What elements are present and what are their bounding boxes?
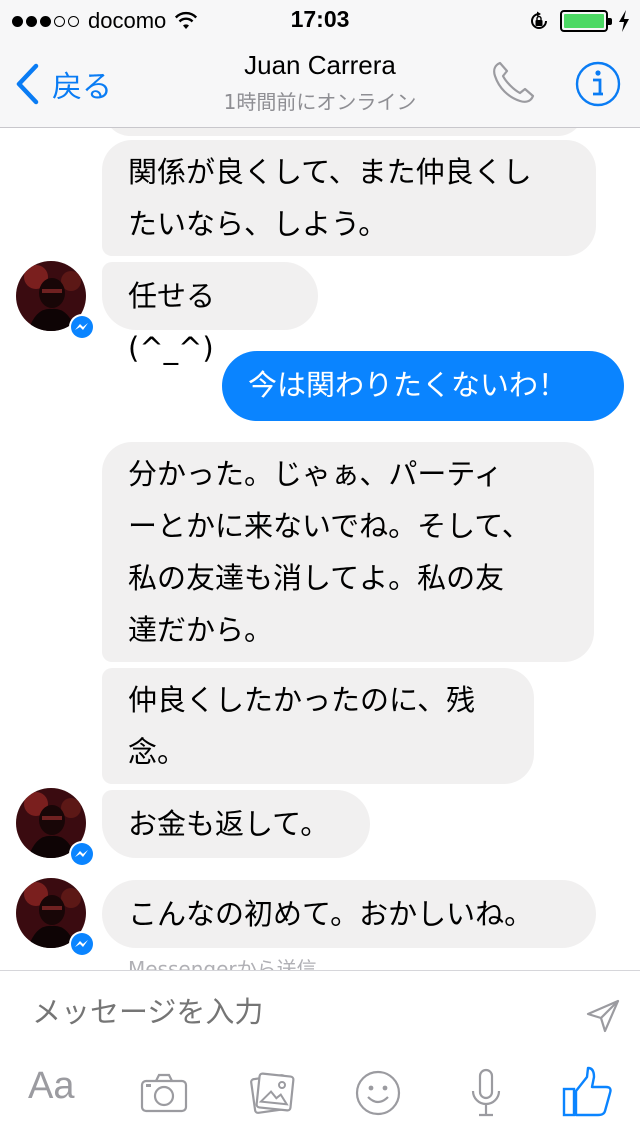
message-composer: Aa (0, 970, 640, 1136)
contact-avatar[interactable] (16, 788, 95, 867)
microphone-icon[interactable] (458, 1065, 514, 1121)
message-bubble-incoming[interactable]: 関係が良くして、また仲良くし たいなら、しよう。 (102, 140, 596, 256)
messenger-badge-icon (69, 314, 95, 340)
sent-from-messenger-note: Messengerから送信 (128, 957, 317, 970)
emoji-icon[interactable] (350, 1065, 406, 1121)
message-line: こんなの初めて。おかしいね。 (128, 897, 534, 931)
text-style-button[interactable]: Aa (28, 1065, 74, 1108)
message-bubble-incoming[interactable]: 仲良くしたかったのに、残 念。 (102, 668, 534, 784)
message-input[interactable] (32, 993, 532, 1033)
message-line: 仲良くしたかったのに、残 (128, 683, 476, 717)
message-line: ーとかに来ないでね。そして、 (128, 509, 531, 543)
battery-level (564, 14, 604, 28)
status-bar: docomo 17:03 (0, 0, 640, 40)
message-bubble-incoming[interactable]: こんなの初めて。おかしいね。 (102, 880, 596, 948)
message-line: 私の友達も消してよ。私の友 (128, 561, 505, 595)
message-line: 分かった。じゃぁ、パーティ (128, 457, 503, 491)
charging-bolt-icon (619, 10, 629, 32)
contact-avatar[interactable] (16, 878, 95, 957)
composer-toolbar: Aa (0, 1065, 640, 1125)
message-line: 今は関わりたくないわ！ (248, 368, 568, 402)
message-line: 念。 (128, 735, 187, 769)
photo-gallery-icon[interactable] (244, 1065, 300, 1121)
message-bubble-incoming[interactable]: 任せる(^_^) (102, 262, 318, 365)
contact-avatar[interactable] (16, 261, 95, 340)
battery-icon (560, 10, 612, 32)
message-line: お金も返して。 (128, 807, 330, 841)
camera-icon[interactable] (136, 1065, 192, 1121)
messenger-badge-icon (69, 931, 95, 957)
contact-name[interactable]: Juan Carrera (0, 50, 640, 81)
message-line: 達だから。 (128, 613, 274, 647)
last-online-status: 1時間前にオンライン (223, 90, 417, 114)
rotation-lock-icon (531, 11, 547, 29)
previous-message-bubble (104, 128, 584, 136)
like-thumbs-up-icon[interactable] (560, 1065, 616, 1121)
message-bubble-incoming[interactable]: 分かった。じゃぁ、パーティ ーとかに来ないでね。そして、 私の友達も消してよ。私… (102, 442, 594, 662)
message-thread[interactable]: 関係が良くして、また仲良くし たいなら、しよう。 任せる(^_^) 今は関わりた… (0, 128, 640, 970)
send-arrow-icon[interactable] (584, 997, 622, 1035)
info-icon[interactable] (574, 60, 622, 108)
messenger-badge-icon (69, 841, 95, 867)
message-bubble-incoming[interactable]: お金も返して。 (102, 790, 370, 858)
conversation-header: 戻る Juan Carrera 1時間前にオンライン (0, 40, 640, 128)
status-icons (528, 8, 630, 34)
message-line: たいなら、しよう。 (128, 207, 388, 241)
message-line: 関係が良くして、また仲良くし (128, 155, 532, 189)
message-bubble-outgoing[interactable]: 今は関わりたくないわ！ (222, 351, 624, 421)
phone-icon[interactable] (488, 58, 538, 108)
